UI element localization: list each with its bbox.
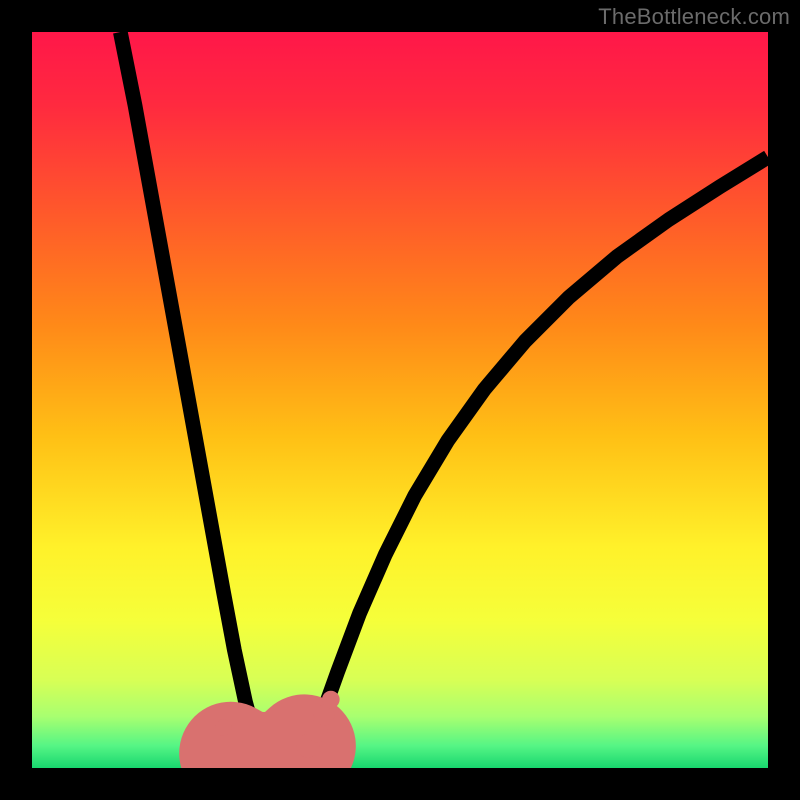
plateau-band xyxy=(231,746,305,764)
chart-svg xyxy=(32,32,768,768)
dot-left xyxy=(215,719,231,735)
plot-area xyxy=(32,32,768,768)
dot-right-4 xyxy=(322,691,340,709)
watermark-text: TheBottleneck.com xyxy=(598,4,790,30)
chart-frame: TheBottleneck.com xyxy=(0,0,800,800)
